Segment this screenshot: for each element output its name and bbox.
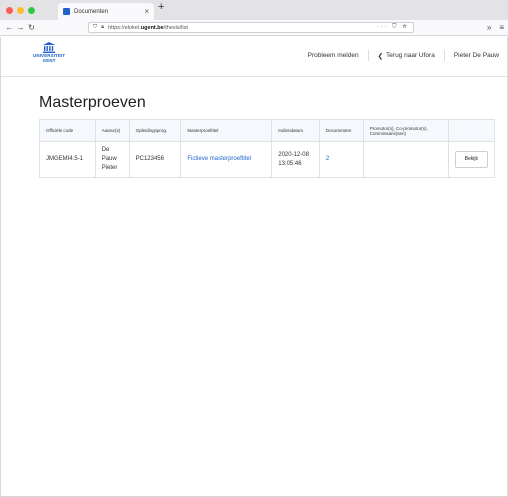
university-building-icon (43, 42, 56, 53)
site-header: UNIVERSITEIT GENT Probleem melden ❮ Teru… (1, 37, 507, 77)
column-header-promotors[interactable]: Promotor(s), Co-promotor(s), Commissaris… (362, 119, 449, 142)
browser-tab-bar: Documenten × + (0, 0, 508, 20)
table-header-row: Officiële code Auteur(s) Opleidingsprog.… (39, 119, 496, 142)
back-to-ufora-link[interactable]: ❮ Terug naar Ufora (378, 52, 435, 60)
forward-arrow-icon[interactable]: → (15, 23, 26, 32)
column-header-documents[interactable]: Documenten (318, 119, 364, 142)
column-header-date[interactable]: Indiendatum (271, 119, 320, 142)
overflow-chevron-icon[interactable]: » (487, 23, 491, 32)
minimize-window-button[interactable] (17, 6, 24, 14)
page-title: Masterproeven (39, 94, 146, 111)
page-actions-icon[interactable]: ··· ⛉ ☆ (376, 24, 409, 31)
ugent-logo[interactable]: UNIVERSITEIT GENT (33, 42, 65, 63)
browser-tab[interactable]: Documenten × (58, 3, 154, 20)
lock-icon[interactable]: 🔒︎ (101, 24, 104, 31)
author-line: Pieter (101, 165, 118, 171)
address-bar[interactable]: ⛉ 🔒︎ https://eloket.ugent.be/thesis/list… (88, 22, 414, 33)
user-name-link[interactable]: Pieter De Pauw (454, 52, 499, 59)
reload-icon[interactable]: ↻ (26, 23, 37, 32)
hamburger-menu-icon[interactable]: ≡ (499, 23, 504, 32)
cell-promotors (362, 141, 449, 178)
view-button[interactable]: Bekijk (454, 151, 488, 168)
new-tab-icon[interactable]: + (158, 2, 164, 13)
cell-authors: De Pauw Pieter (94, 141, 130, 178)
author-line: De (101, 147, 110, 153)
browser-nav-bar: ← → ↻ ⛉ 🔒︎ https://eloket.ugent.be/thesi… (0, 20, 508, 36)
column-header-code[interactable]: Officiële code (39, 119, 96, 142)
page-viewport: UNIVERSITEIT GENT Probleem melden ❮ Teru… (0, 37, 508, 497)
column-header-actions (447, 119, 496, 142)
time-line: 13:05:46 (278, 160, 302, 167)
back-to-ufora-label: Terug naar Ufora (386, 52, 435, 59)
nav-divider (367, 50, 369, 61)
shield-icon[interactable]: ⛉ (93, 24, 97, 31)
nav-divider (443, 50, 445, 61)
window-controls (6, 6, 35, 14)
close-window-button[interactable] (6, 6, 13, 14)
cell-actions: Bekijk (447, 141, 496, 178)
header-nav: Probleem melden ❮ Terug naar Ufora Piete… (308, 50, 499, 61)
logo-text-line2: GENT (42, 58, 56, 63)
cell-date: 2020-12-08 13:05:46 (271, 141, 320, 178)
date-line: 2020-12-08 (278, 151, 309, 158)
url-text: https://eloket.ugent.be/thesis/list (108, 24, 188, 31)
maximize-window-button[interactable] (28, 6, 35, 14)
column-header-title[interactable]: Masterproeftitel (180, 119, 273, 142)
cell-title: Fictieve masterproeftitel (180, 141, 273, 178)
theses-table: Officiële code Auteur(s) Opleidingsprog.… (39, 119, 496, 178)
cell-documents: 2 (318, 141, 364, 178)
chevron-left-icon: ❮ (377, 52, 384, 60)
back-arrow-icon[interactable]: ← (4, 23, 15, 32)
cell-program: PC123456 (128, 141, 182, 178)
column-header-authors[interactable]: Auteur(s) (94, 119, 130, 142)
cell-code: JMGEMI4.5-1 (39, 141, 96, 178)
documents-count-link[interactable]: 2 (326, 156, 329, 162)
report-problem-link[interactable]: Probleem melden (308, 52, 359, 59)
tab-title: Documenten (74, 8, 109, 15)
author-line: Pauw (101, 156, 117, 162)
tab-close-icon[interactable]: × (144, 7, 149, 16)
table-row: JMGEMI4.5-1 De Pauw Pieter PC123456 Fict… (39, 141, 496, 178)
favicon-icon (63, 8, 70, 15)
column-header-program[interactable]: Opleidingsprog. (128, 119, 182, 142)
thesis-title-link[interactable]: Fictieve masterproeftitel (187, 156, 251, 162)
